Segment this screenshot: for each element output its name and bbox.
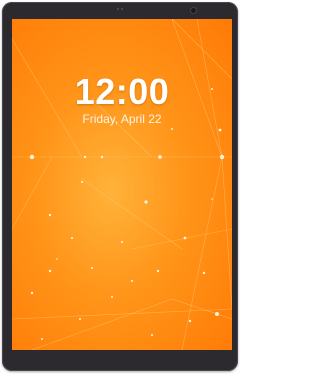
clock-date: Friday, April 22	[82, 112, 162, 126]
tablet-device: 12:00 Friday, April 22	[2, 2, 238, 371]
lock-screen[interactable]: 12:00 Friday, April 22	[12, 19, 232, 350]
speaker-grille	[115, 8, 125, 11]
front-camera	[191, 8, 196, 13]
network-wallpaper	[12, 19, 232, 350]
clock-time: 12:00	[74, 71, 170, 112]
